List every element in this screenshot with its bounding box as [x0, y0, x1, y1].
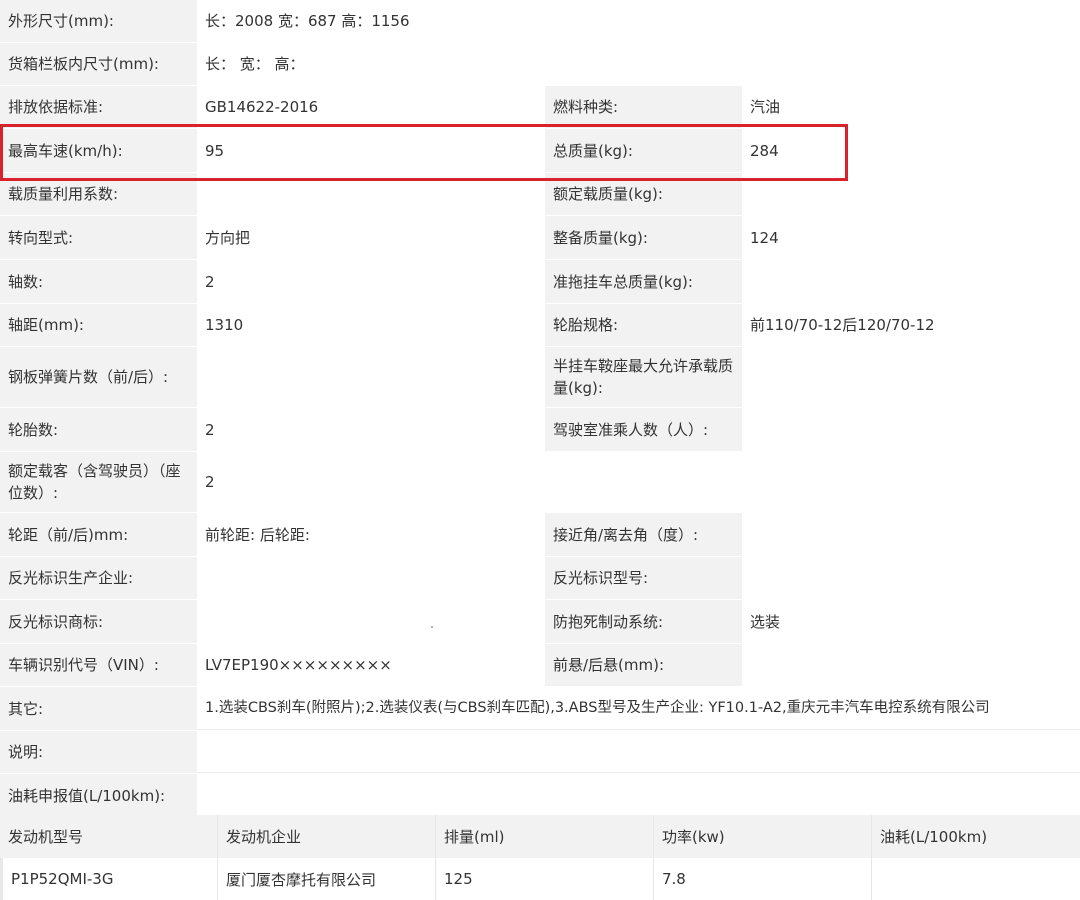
engine-header-power: 功率(kw) — [654, 815, 872, 858]
value-reflector-model — [742, 557, 1080, 599]
label-tire-count: 轮胎数: — [0, 408, 197, 451]
label-fuel-type: 燃料种类: — [545, 86, 742, 128]
label-abs: 防抱死制动系统: — [545, 600, 742, 643]
value-fuel-consumption — [197, 774, 1080, 817]
value-rated-passengers: 2 — [197, 452, 1080, 512]
value-trailer-mass — [742, 260, 1080, 303]
value-cab-capacity — [742, 408, 1080, 451]
value-curb-mass: 124 — [742, 216, 1080, 259]
label-cargo-box-size: 货箱栏板内尺寸(mm): — [0, 43, 197, 85]
label-front-rear-overhang: 前悬/后悬(mm): — [545, 644, 742, 686]
spec-row: 转向型式: 方向把 整备质量(kg): 124 — [0, 216, 1080, 260]
value-abs: 选装 — [742, 600, 1080, 643]
label-reflector-model: 反光标识型号: — [545, 557, 742, 599]
spec-row: 车辆识别代号（VIN）: LV7EP190××××××××× 前悬/后悬(mm)… — [0, 644, 1080, 687]
spec-row: 轴距(mm): 1310 轮胎规格: 前110/70-12后120/70-12 — [0, 304, 1080, 347]
value-reflector-brand — [197, 600, 545, 643]
spec-row: 轮距（前/后)mm: 前轮距: 后轮距: 接近角/离去角（度）: — [0, 513, 1080, 557]
value-load-utilization — [197, 173, 545, 215]
label-reflector-brand: 反光标识商标: — [0, 600, 197, 643]
engine-header-model: 发动机型号 — [0, 815, 218, 858]
value-overall-size: 长：2008 宽：687 高：1156 — [197, 0, 1080, 42]
label-notes: 说明: — [0, 731, 197, 773]
value-notes — [197, 731, 1080, 773]
label-fuel-consumption: 油耗申报值(L/100km): — [0, 774, 197, 817]
spec-row: 反光标识商标: 防抱死制动系统: 选装 — [0, 600, 1080, 644]
spec-row: 外形尺寸(mm): 长：2008 宽：687 高：1156 — [0, 0, 1080, 43]
value-total-mass: 284 — [742, 129, 1080, 172]
label-tire-spec: 轮胎规格: — [545, 304, 742, 346]
label-overall-size: 外形尺寸(mm): — [0, 0, 197, 42]
label-other: 其它: — [0, 687, 197, 730]
engine-table-header: 发动机型号 发动机企业 排量(ml) 功率(kw) 油耗(L/100km) — [0, 815, 1080, 858]
spec-row: 钢板弹簧片数（前/后）: 半挂车鞍座最大允许承载质量(kg): — [0, 347, 1080, 408]
label-reflector-manufacturer: 反光标识生产企业: — [0, 557, 197, 599]
engine-fuel — [872, 858, 1080, 900]
value-axle-count: 2 — [197, 260, 545, 303]
spec-row: 货箱栏板内尺寸(mm): 长： 宽： 高： — [0, 43, 1080, 86]
engine-header-company: 发动机企业 — [218, 815, 436, 858]
value-other: 1.选装CBS刹车(附照片);2.选装仪表(与CBS刹车匹配),3.ABS型号及… — [197, 687, 1080, 730]
spec-row: 排放依据标准: GB14622-2016 燃料种类: 汽油 — [0, 86, 1080, 129]
spec-row: 说明: — [0, 731, 1080, 774]
value-vin: LV7EP190××××××××× — [197, 644, 545, 686]
engine-header-fuel: 油耗(L/100km) — [880, 828, 988, 846]
spec-row: 载质量利用系数: 额定载质量(kg): — [0, 173, 1080, 216]
spec-row: 反光标识生产企业: 反光标识型号: — [0, 557, 1080, 600]
label-cab-capacity: 驾驶室准乘人数（人）: — [545, 408, 742, 451]
label-trailer-mass: 准拖挂车总质量(kg): — [545, 260, 742, 303]
label-saddle-max-load: 半挂车鞍座最大允许承载质量(kg): — [545, 347, 742, 407]
value-leaf-spring-count — [197, 347, 545, 407]
value-fuel-type: 汽油 — [742, 86, 1080, 128]
label-max-speed: 最高车速(km/h): — [0, 129, 197, 172]
label-emission-standard: 排放依据标准: — [0, 86, 197, 128]
label-vin: 车辆识别代号（VIN）: — [0, 644, 197, 686]
value-emission-standard: GB14622-2016 — [197, 86, 545, 128]
value-steering-type: 方向把 — [197, 216, 545, 259]
label-curb-mass: 整备质量(kg): — [545, 216, 742, 259]
value-max-speed: 95 — [197, 129, 545, 172]
value-front-rear-overhang — [742, 644, 1080, 686]
label-leaf-spring-count: 钢板弹簧片数（前/后）: — [0, 347, 197, 407]
label-wheelbase: 轴距(mm): — [0, 304, 197, 346]
engine-power: 7.8 — [654, 858, 872, 900]
label-rated-passengers: 额定载客（含驾驶员）（座位数）: — [0, 452, 197, 512]
spec-row: 轮胎数: 2 驾驶室准乘人数（人）: — [0, 408, 1080, 452]
label-approach-departure-angle: 接近角/离去角（度）: — [545, 513, 742, 556]
label-axle-count: 轴数: — [0, 260, 197, 303]
value-tire-spec: 前110/70-12后120/70-12 — [742, 304, 1080, 346]
engine-company: 厦门厦杏摩托有限公司 — [218, 858, 436, 900]
spec-row: 轴数: 2 准拖挂车总质量(kg): — [0, 260, 1080, 304]
vehicle-spec-table: 外形尺寸(mm): 长：2008 宽：687 高：1156 货箱栏板内尺寸(mm… — [0, 0, 1080, 818]
label-total-mass: 总质量(kg): — [545, 129, 742, 172]
spec-row: 其它: 1.选装CBS刹车(附照片);2.选装仪表(与CBS刹车匹配),3.AB… — [0, 687, 1080, 731]
value-approach-departure-angle — [742, 513, 1080, 556]
stray-dot — [431, 626, 433, 628]
value-saddle-max-load — [742, 347, 1080, 407]
label-track-width: 轮距（前/后)mm: — [0, 513, 197, 556]
engine-displacement: 125 — [436, 858, 654, 900]
label-rated-load: 额定载质量(kg): — [545, 173, 742, 215]
spec-row: 油耗申报值(L/100km): — [0, 774, 1080, 818]
label-steering-type: 转向型式: — [0, 216, 197, 259]
engine-table: 发动机型号 发动机企业 排量(ml) 功率(kw) 油耗(L/100km) P1… — [0, 815, 1080, 900]
value-reflector-manufacturer — [197, 557, 545, 599]
value-rated-load — [742, 173, 1080, 215]
engine-table-row: P1P52QMI-3G 厦门厦杏摩托有限公司 125 7.8 — [0, 858, 1080, 900]
engine-model: P1P52QMI-3G — [3, 858, 218, 900]
value-track-width: 前轮距: 后轮距: — [197, 513, 545, 556]
spec-row: 额定载客（含驾驶员）（座位数）: 2 — [0, 452, 1080, 513]
engine-header-displacement: 排量(ml) — [436, 815, 654, 858]
label-load-utilization: 载质量利用系数: — [0, 173, 197, 215]
value-cargo-box-size: 长： 宽： 高： — [197, 43, 1080, 85]
spec-row: 最高车速(km/h): 95 总质量(kg): 284 — [0, 129, 1080, 173]
value-tire-count: 2 — [197, 408, 545, 451]
value-wheelbase: 1310 — [197, 304, 545, 346]
